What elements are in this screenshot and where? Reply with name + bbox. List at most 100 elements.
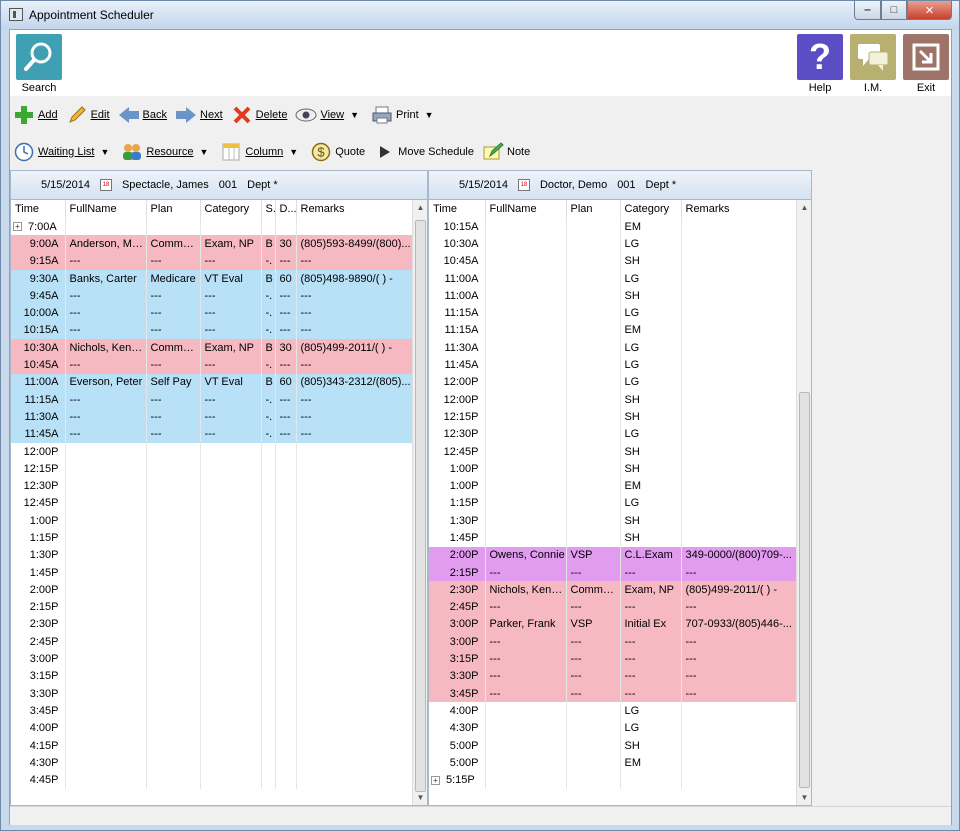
table-row[interactable]: 12:00P LG (429, 373, 798, 391)
table-row[interactable]: 12:00P SH (429, 390, 798, 409)
waiting-list-button[interactable]: Waiting List ▼ (13, 139, 113, 165)
exit-button[interactable]: Exit (903, 34, 949, 94)
edit-button[interactable]: Edit (66, 102, 110, 128)
table-row[interactable]: 3:30P --- --- --- --- (429, 667, 798, 686)
table-row[interactable]: 1:30P SH (429, 512, 798, 530)
table-row[interactable]: 11:30A LG (429, 339, 798, 357)
table-row[interactable]: 10:45A --- --- --- -. --- --- (11, 356, 414, 374)
table-row[interactable]: 9:30A Banks, Carter Medicare VT Eval B 60 (805… (11, 269, 414, 288)
table-row[interactable]: 10:30A Nichols, Kendra Commer... Exam, NP B 3… (11, 339, 414, 357)
note-button[interactable]: Note (482, 139, 530, 165)
table-row[interactable]: 5:00P SH (429, 736, 798, 755)
dept-filter[interactable]: Dept * (646, 179, 677, 191)
table-row[interactable]: 10:45A SH (429, 252, 798, 270)
table-row[interactable]: 1:45P SH (429, 529, 798, 547)
column-header[interactable]: FullName (65, 200, 147, 218)
table-row[interactable]: 1:30P (11, 546, 414, 564)
table-row[interactable]: 11:00A Everson, Peter Self Pay VT Eval B 60 (8… (11, 373, 414, 391)
column-dropdown-arrow[interactable]: ▼ (289, 147, 298, 157)
scroll-thumb[interactable] (799, 392, 810, 788)
table-row[interactable]: 12:30P LG (429, 425, 798, 443)
column-header[interactable]: Plan (566, 200, 621, 218)
calendar-icon[interactable]: 18 (99, 179, 112, 191)
column-header[interactable]: Remarks (681, 200, 798, 218)
table-row[interactable]: 4:15P (11, 736, 414, 755)
pane-header[interactable]: 5/15/2014 18 Spectacle, James 001 Dept * (11, 171, 427, 200)
column-header[interactable]: Time (429, 200, 486, 218)
table-row[interactable]: +7:00A (11, 218, 414, 236)
table-row[interactable]: 11:15A --- --- --- -. --- --- (11, 390, 414, 409)
table-row[interactable]: 4:00P LG (429, 702, 798, 720)
minimize-button[interactable]: ‒ (854, 1, 881, 20)
add-button[interactable]: Add (13, 102, 58, 128)
table-row[interactable]: 2:00P Owens, Connie VSP C.L.Exam 349-0000/(8… (429, 546, 798, 564)
table-row[interactable]: 3:00P --- --- --- --- (429, 633, 798, 651)
table-row[interactable]: 3:15P (11, 667, 414, 686)
table-row[interactable]: 2:15P (11, 598, 414, 616)
column-header[interactable]: Remarks (296, 200, 414, 218)
column-header[interactable]: Category (620, 200, 682, 218)
resource-button[interactable]: Resource ▼ (121, 139, 212, 165)
table-row[interactable]: 4:30P LG (429, 719, 798, 737)
table-row[interactable]: 11:00A LG (429, 269, 798, 288)
table-row[interactable]: 1:15P (11, 529, 414, 547)
table-row[interactable]: 11:30A --- --- --- -. --- --- (11, 408, 414, 426)
expand-icon[interactable]: + (431, 775, 440, 785)
table-row[interactable]: 9:00A Anderson, Molly Commer... Exam, NP B 30… (11, 235, 414, 253)
table-row[interactable]: 5:00P EM (429, 754, 798, 772)
table-row[interactable]: 2:15P --- --- --- --- (429, 563, 798, 582)
table-row[interactable]: 2:30P (11, 615, 414, 634)
table-row[interactable]: +5:15P (429, 771, 798, 789)
table-row[interactable]: 12:15P SH (429, 408, 798, 426)
table-row[interactable]: 12:45P (11, 494, 414, 513)
quote-button[interactable]: $ Quote (310, 139, 365, 165)
table-row[interactable]: 10:00A --- --- --- -. --- --- (11, 304, 414, 322)
table-row[interactable]: 2:30P Nichols, Kendra Commer... Exam, NP (80… (429, 581, 798, 599)
delete-button[interactable]: Delete (231, 102, 287, 128)
table-row[interactable]: 11:45A LG (429, 356, 798, 374)
expand-icon[interactable]: + (13, 222, 22, 232)
table-row[interactable]: 1:00P SH (429, 460, 798, 478)
view-dropdown-arrow[interactable]: ▼ (350, 110, 359, 120)
table-row[interactable]: 10:15A --- --- --- -. --- --- (11, 321, 414, 340)
table-row[interactable]: 9:15A --- --- --- -. --- --- (11, 252, 414, 270)
table-row[interactable]: 12:15P (11, 460, 414, 478)
print-dropdown-arrow[interactable]: ▼ (425, 110, 434, 120)
help-button[interactable]: ? Help (797, 34, 843, 94)
column-header[interactable]: Time (11, 200, 66, 218)
table-row[interactable]: 2:45P (11, 633, 414, 651)
table-row[interactable]: 11:15A EM (429, 321, 798, 340)
table-row[interactable]: 3:00P Parker, Frank VSP Initial Ex 707-0933/… (429, 615, 798, 634)
table-row[interactable]: 1:45P (11, 563, 414, 582)
close-button[interactable]: ✕ (907, 1, 952, 20)
table-row[interactable]: 4:00P (11, 719, 414, 737)
scroll-down-arrow[interactable]: ▼ (797, 790, 811, 805)
resource-dropdown-arrow[interactable]: ▼ (199, 147, 208, 157)
table-row[interactable]: 1:00P (11, 512, 414, 530)
column-header[interactable]: S. (261, 200, 276, 218)
search-button[interactable]: Search (16, 34, 62, 94)
table-row[interactable]: 11:45A --- --- --- -. --- --- (11, 425, 414, 443)
waiting-list-dropdown-arrow[interactable]: ▼ (100, 147, 109, 157)
im-button[interactable]: I.M. (850, 34, 896, 94)
table-row[interactable]: 1:00P EM (429, 477, 798, 495)
column-button[interactable]: Column ▼ (220, 139, 302, 165)
table-row[interactable]: 11:00A SH (429, 287, 798, 305)
maximize-button[interactable]: □ (881, 1, 907, 20)
scroll-up-arrow[interactable]: ▲ (413, 200, 427, 215)
calendar-icon[interactable]: 18 (517, 179, 530, 191)
column-header[interactable]: Plan (146, 200, 201, 218)
scroll-up-arrow[interactable]: ▲ (797, 200, 811, 215)
table-row[interactable]: 12:30P (11, 477, 414, 495)
print-button[interactable]: Print ▼ (371, 102, 438, 128)
view-button[interactable]: View ▼ (295, 102, 363, 128)
vertical-scrollbar[interactable]: ▲ ▼ (796, 200, 811, 805)
vertical-scrollbar[interactable]: ▲ ▼ (412, 200, 427, 805)
move-schedule-button[interactable]: Move Schedule (373, 139, 474, 165)
column-header[interactable]: D... (275, 200, 297, 218)
table-row[interactable]: 4:45P (11, 771, 414, 789)
table-row[interactable]: 3:45P (11, 702, 414, 720)
table-row[interactable]: 12:00P (11, 442, 414, 461)
dept-filter[interactable]: Dept * (247, 179, 278, 191)
scroll-down-arrow[interactable]: ▼ (413, 790, 427, 805)
